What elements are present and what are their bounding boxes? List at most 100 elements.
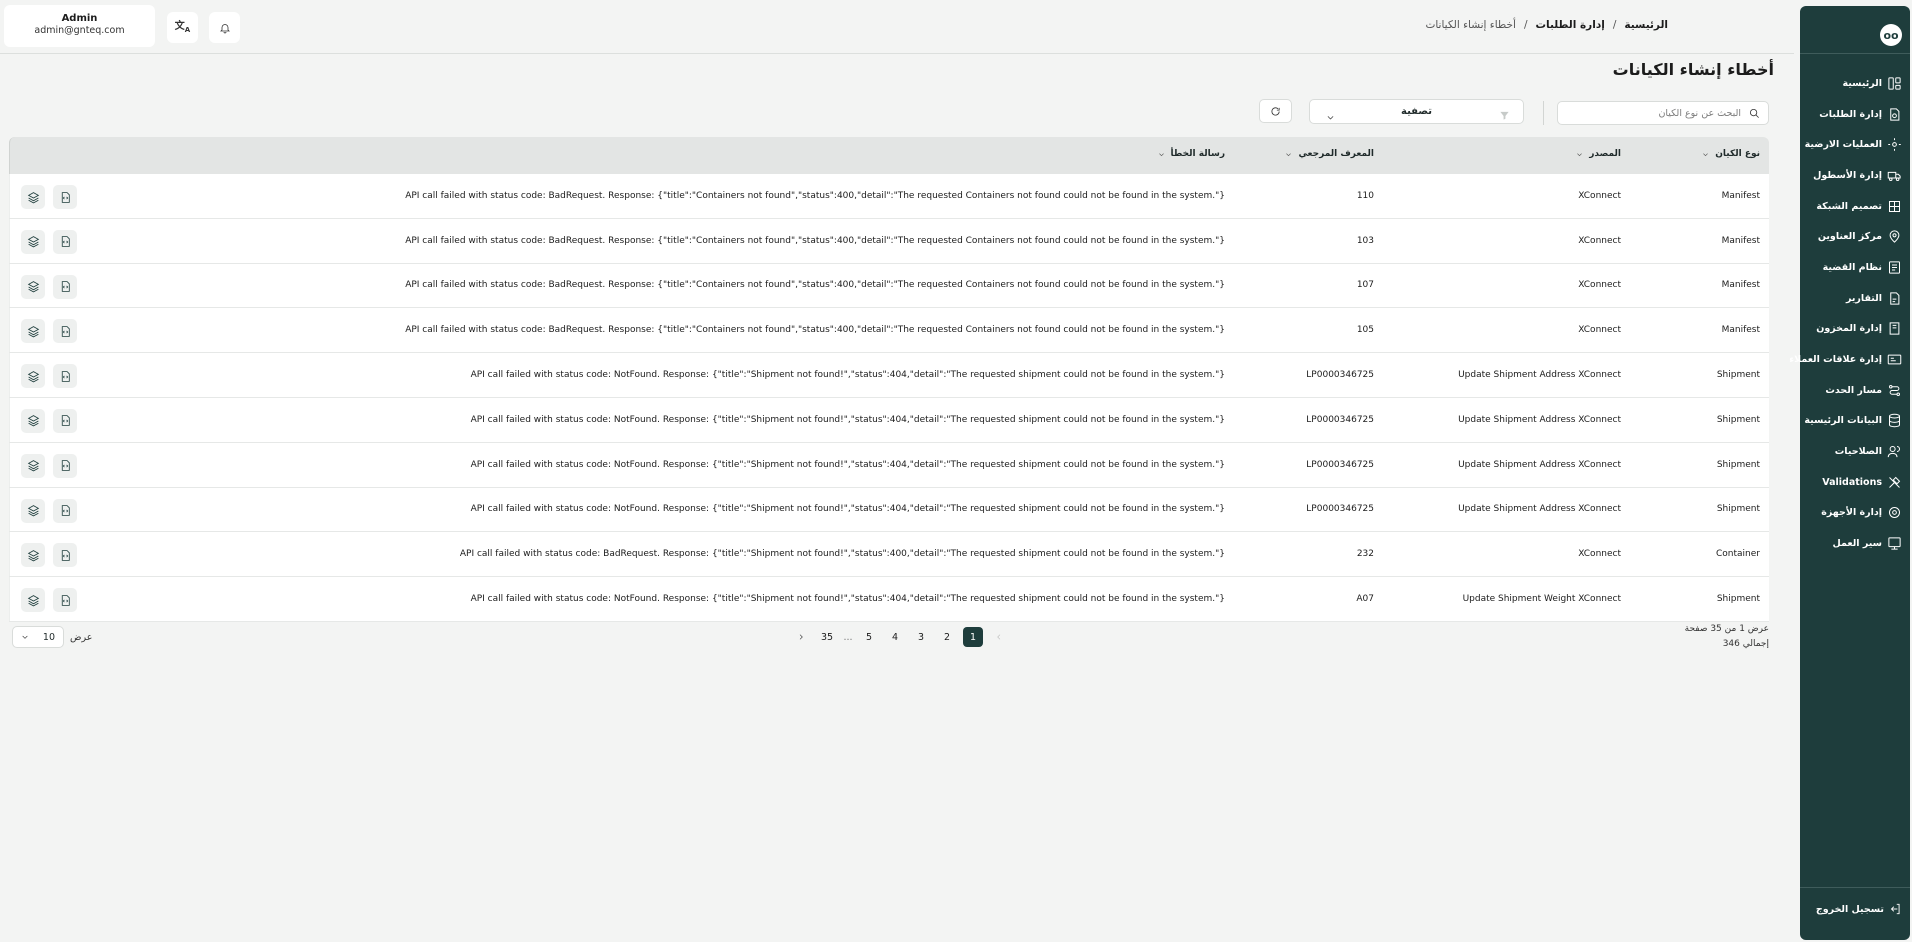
table-row: Shipment Update Shipment Address XConnect… (9, 442, 1769, 488)
view-json-button[interactable] (53, 185, 77, 209)
location-icon (1886, 229, 1902, 245)
column-header-message[interactable]: رسالة الخطأ (1158, 149, 1225, 159)
sidebar-item[interactable]: تصميم الشبكة (1800, 191, 1910, 222)
cell-message: API call failed with status code: BadReq… (405, 235, 1225, 246)
page-size-select[interactable]: 10 (12, 626, 64, 648)
cell-ref: 107 (1356, 280, 1374, 291)
sidebar-item[interactable]: الصلاحيات (1800, 436, 1910, 467)
column-header-source[interactable]: المصدر (1576, 149, 1621, 159)
cell-source: Update Shipment Address XConnect (1458, 414, 1621, 425)
route-icon (1886, 382, 1902, 398)
filter-dropdown[interactable]: تصفية (1309, 99, 1524, 124)
layers-button[interactable] (21, 319, 45, 344)
view-json-button[interactable] (53, 364, 77, 389)
view-json-button[interactable] (53, 274, 77, 299)
cell-type: Shipment (1716, 414, 1760, 425)
sidebar-item[interactable]: نظام القضية (1800, 252, 1910, 283)
layers-button[interactable] (21, 408, 45, 433)
layers-icon (27, 505, 39, 517)
column-header-type[interactable]: نوع الكيان (1702, 149, 1760, 159)
cell-type: Shipment (1716, 594, 1760, 605)
chevron-down-icon (1326, 107, 1335, 126)
layers-button[interactable] (21, 588, 45, 613)
sidebar-item[interactable]: إدارة الطلبات (1800, 99, 1910, 130)
column-header-ref[interactable]: المعرف المرجعي (1285, 149, 1374, 159)
user-card[interactable]: Admin admin@gnteq.com (4, 5, 155, 47)
notifications-button[interactable] (209, 12, 240, 43)
sidebar-item[interactable]: إدارة المخزون (1800, 314, 1910, 345)
cell-source: Update Shipment Address XConnect (1458, 504, 1621, 515)
cell-ref: LP0000346725 (1306, 370, 1374, 381)
sidebar-item[interactable]: إدارة علاقات العملاء (1789, 344, 1910, 375)
app-logo[interactable]: oo (1880, 24, 1902, 46)
layers-button[interactable] (21, 229, 45, 254)
page-button[interactable]: 1 (963, 627, 983, 647)
layers-button[interactable] (21, 185, 45, 209)
sidebar-item[interactable]: الرئيسية (1800, 68, 1910, 99)
sidebar-item[interactable]: Validations (1800, 467, 1910, 498)
page-button[interactable]: 5 (856, 627, 882, 647)
row-actions (21, 453, 77, 478)
layers-button[interactable] (21, 498, 45, 523)
cell-source: XConnect (1578, 549, 1621, 560)
logout-button[interactable]: تسجيل الخروج (1816, 902, 1902, 916)
breadcrumb-orders[interactable]: إدارة الطلبات (1535, 19, 1604, 31)
view-json-button[interactable] (53, 408, 77, 433)
layers-button[interactable] (21, 453, 45, 478)
cell-ref: 110 (1356, 190, 1374, 201)
layers-button[interactable] (21, 543, 45, 568)
next-page-button[interactable] (788, 627, 814, 647)
row-actions (21, 229, 77, 254)
page-button[interactable]: 3 (908, 627, 934, 647)
view-json-button[interactable] (53, 319, 77, 344)
layers-button[interactable] (21, 364, 45, 389)
search-icon (1749, 108, 1759, 118)
sidebar-item[interactable]: البيانات الرئيسية (1800, 406, 1910, 437)
cell-type: Shipment (1716, 459, 1760, 470)
language-button[interactable]: 文A (167, 12, 198, 43)
view-json-button[interactable] (53, 543, 77, 568)
table-row: Shipment Update Shipment Address XConnect… (9, 397, 1769, 443)
errors-table: نوع الكيان المصدر المعرف المرجعي رسالة ا… (9, 137, 1769, 622)
cell-message: API call failed with status code: BadReq… (405, 280, 1225, 291)
prev-page-button[interactable] (986, 627, 1012, 647)
search-input[interactable] (1571, 107, 1741, 119)
filter-label: تصفية (1401, 106, 1432, 117)
layers-icon (27, 550, 39, 562)
breadcrumb-separator: / (1612, 19, 1617, 31)
table-row: Manifest XConnect 103 API call failed with … (9, 218, 1769, 264)
breadcrumb-home[interactable]: الرئيسية (1624, 19, 1668, 31)
case-icon (1886, 259, 1902, 275)
refresh-button[interactable] (1259, 99, 1292, 123)
sidebar-item[interactable]: مسار الحدث (1800, 375, 1910, 406)
sidebar-item-label: Validations (1822, 476, 1882, 488)
code-file-icon (61, 505, 70, 516)
table-body: Manifest XConnect 110 API call failed with … (9, 174, 1769, 622)
code-file-icon (61, 460, 70, 472)
sidebar-item[interactable]: العمليات الارضية (1800, 129, 1910, 160)
sidebar-item[interactable]: التقارير (1800, 283, 1910, 314)
breadcrumb: الرئيسية / إدارة الطلبات / أخطاء إنشاء ا… (1425, 19, 1668, 31)
network-icon (1886, 198, 1902, 214)
cell-type: Shipment (1716, 370, 1760, 381)
search-box[interactable] (1557, 101, 1769, 125)
cell-type: Manifest (1721, 325, 1760, 336)
view-json-button[interactable] (53, 588, 77, 613)
sidebar-item[interactable]: إدارة الأجهزة (1800, 498, 1910, 529)
page-button[interactable]: 35 (814, 627, 840, 647)
layers-icon (27, 415, 39, 427)
view-json-button[interactable] (53, 453, 77, 478)
sidebar-item[interactable]: مركز العناوين (1800, 221, 1910, 252)
sidebar-item[interactable]: إدارة الأسطول (1800, 160, 1910, 191)
layers-icon (27, 370, 39, 383)
layers-button[interactable] (21, 274, 45, 299)
cell-ref: 105 (1356, 325, 1374, 336)
page-button[interactable]: 4 (882, 627, 908, 647)
view-json-button[interactable] (53, 498, 77, 523)
view-json-button[interactable] (53, 229, 77, 254)
sidebar-item[interactable]: سير العمل (1800, 528, 1910, 559)
layers-icon (27, 191, 39, 203)
page-list: 1 2 3 4 5... 35 (814, 627, 986, 647)
page-button[interactable]: 2 (934, 627, 960, 647)
layers-icon (27, 460, 39, 472)
